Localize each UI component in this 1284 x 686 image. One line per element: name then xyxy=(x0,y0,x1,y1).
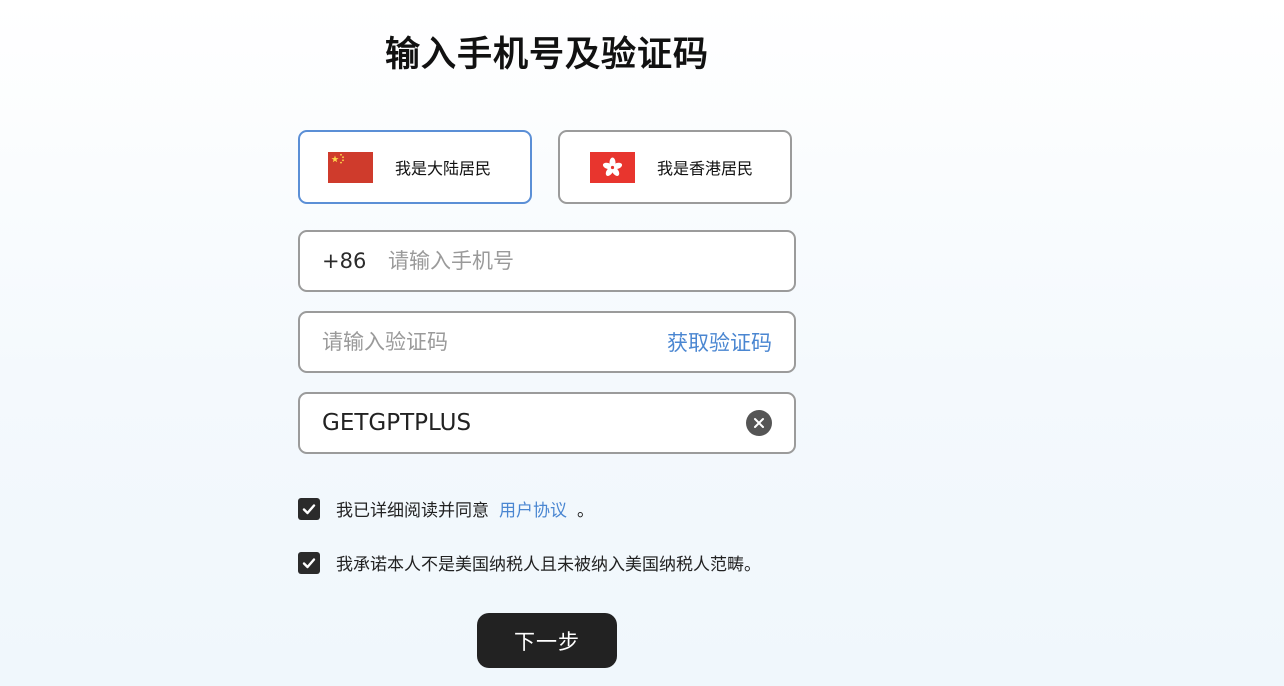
user-agreement-link[interactable]: 用户协议 xyxy=(499,496,567,521)
invite-code-field[interactable] xyxy=(298,392,796,454)
country-code-selector[interactable]: +86 xyxy=(322,249,388,273)
verification-code-field[interactable]: 获取验证码 xyxy=(298,311,796,373)
phone-field[interactable]: +86 xyxy=(298,230,796,292)
phone-input[interactable] xyxy=(388,249,774,273)
hong-kong-resident-label: 我是香港居民 xyxy=(657,159,754,178)
clear-icon[interactable] xyxy=(746,410,772,436)
mainland-resident-option[interactable]: 我是大陆居民 xyxy=(298,130,532,204)
tax-statement-text: 我承诺本人不是美国纳税人且未被纳入美国纳税人范畴。 xyxy=(336,555,761,575)
terms-checkbox[interactable] xyxy=(298,497,320,520)
mainland-resident-label: 我是大陆居民 xyxy=(395,159,492,178)
terms-agreement-row: 我已详细阅读并同意 用户协议 。 xyxy=(298,496,594,521)
verification-code-input[interactable] xyxy=(322,330,667,354)
get-verification-code-button[interactable]: 获取验证码 xyxy=(667,327,772,357)
tax-checkbox[interactable] xyxy=(298,551,320,574)
next-step-button[interactable]: 下一步 xyxy=(477,613,617,668)
terms-suffix-text: 。 xyxy=(577,501,594,521)
hong-kong-resident-option[interactable]: 我是香港居民 xyxy=(558,130,792,204)
checkmark-icon xyxy=(302,557,316,568)
hong-kong-flag-icon xyxy=(590,151,635,183)
checkmark-icon xyxy=(302,503,316,514)
close-icon xyxy=(754,418,764,428)
terms-prefix-text: 我已详细阅读并同意 xyxy=(336,501,489,521)
china-flag-icon xyxy=(328,151,373,183)
page-title: 输入手机号及验证码 xyxy=(384,35,709,75)
tax-statement-row: 我承诺本人不是美国纳税人且未被纳入美国纳税人范畴。 xyxy=(298,550,761,575)
invite-code-input[interactable] xyxy=(322,410,746,436)
